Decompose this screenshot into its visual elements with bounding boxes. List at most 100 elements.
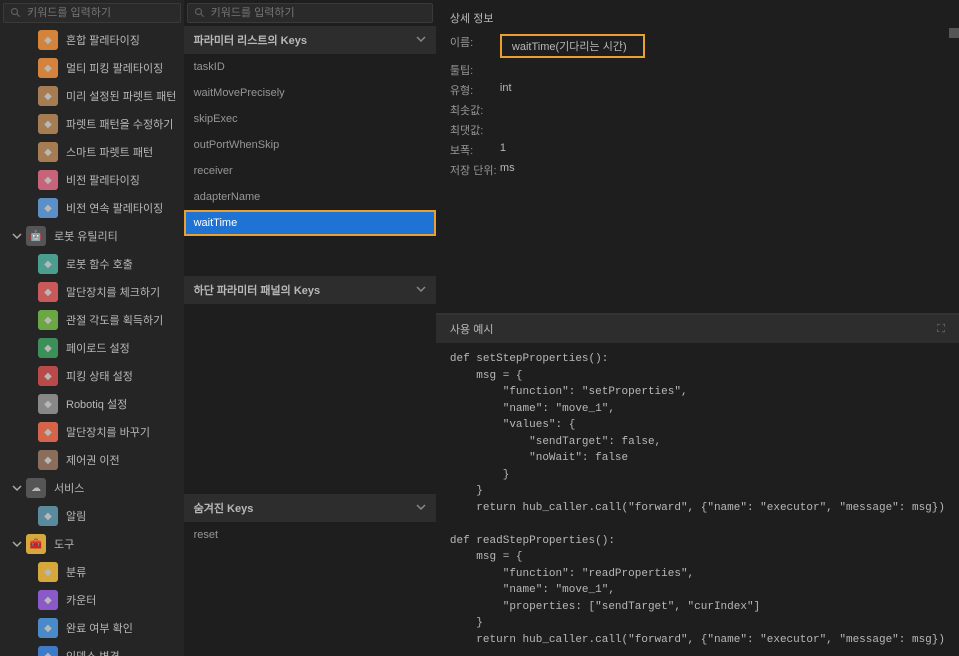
tree-item[interactable]: ◆페이로드 설정 bbox=[0, 334, 184, 362]
item-icon: ◆ bbox=[38, 198, 58, 218]
detail-name-label: 이름: bbox=[450, 34, 500, 58]
bottom-keys-header-label: 하단 파라미터 패널의 Keys bbox=[194, 282, 321, 298]
param-search[interactable] bbox=[187, 3, 433, 23]
tree-item[interactable]: ◆ 비전 팔레타이징 bbox=[0, 166, 184, 194]
chevron-down-icon bbox=[416, 284, 426, 297]
tree-item-label: Robotiq 설정 bbox=[66, 396, 127, 412]
tree-item-label: 비전 팔레타이징 bbox=[66, 172, 140, 188]
chevron-down-icon bbox=[416, 502, 426, 515]
search-icon bbox=[194, 7, 206, 19]
tree-item-label: 파렛트 패턴을 수정하기 bbox=[66, 116, 173, 132]
item-icon: ◆ bbox=[38, 366, 58, 386]
group-icon: 🧰 bbox=[26, 534, 46, 554]
tree-item-wait[interactable]: ◆완료 여부 확인 bbox=[0, 614, 184, 642]
param-list-header[interactable]: 파라미터 리스트의 Keys bbox=[184, 26, 436, 54]
param-item-waitTime[interactable]: waitTime bbox=[184, 210, 436, 236]
tree-item[interactable]: ◆ 스마트 파렛트 패턴 bbox=[0, 138, 184, 166]
sidebar-search-input[interactable] bbox=[27, 7, 174, 19]
middle-panel: 파라미터 리스트의 Keys taskIDwaitMovePreciselysk… bbox=[184, 0, 436, 656]
tree-item[interactable]: ◆ 말단장치를 체크하기 bbox=[0, 278, 184, 306]
tree-item-label: 멀티 피킹 팔레타이징 bbox=[66, 60, 163, 76]
param-item-taskID[interactable]: taskID bbox=[184, 54, 436, 80]
item-icon: ◆ bbox=[38, 618, 58, 638]
item-icon: ◆ bbox=[38, 506, 58, 526]
param-item-adapterName[interactable]: adapterName bbox=[184, 184, 436, 210]
tree-group-service[interactable]: ☁ 서비스 bbox=[0, 474, 184, 502]
detail-min-label: 최솟값: bbox=[450, 102, 500, 118]
param-search-input[interactable] bbox=[211, 7, 426, 19]
tree-item-label: 피킹 상태 설정 bbox=[66, 368, 133, 384]
tree-group-label: 도구 bbox=[54, 536, 74, 552]
item-icon: ◆ bbox=[38, 310, 58, 330]
tree-item-label: 로봇 함수 호출 bbox=[66, 256, 133, 272]
sidebar: ◆혼합 팔레타이징◆멀티 피킹 팔레타이징◆미리 설정된 파렛트 패턴◆파렛트 … bbox=[0, 0, 184, 656]
item-icon: ◆ bbox=[38, 142, 58, 162]
detail-unit-value: ms bbox=[500, 162, 515, 178]
tree-item[interactable]: ◆ 비전 연속 팔레타이징 bbox=[0, 194, 184, 222]
group-icon: ☁ bbox=[26, 478, 46, 498]
group-icon: 🤖 bbox=[26, 226, 46, 246]
tree-item[interactable]: ◆ Robotiq 설정 bbox=[0, 390, 184, 418]
tree-item-wait[interactable]: ◆카운터 bbox=[0, 586, 184, 614]
tree-item-wait[interactable]: ◆ 분류 bbox=[0, 558, 184, 586]
chevron-down-icon bbox=[416, 34, 426, 47]
tree-item-label: 스마트 파렛트 패턴 bbox=[66, 144, 153, 160]
tree-item-label: 페이로드 설정 bbox=[66, 340, 130, 356]
item-icon: ◆ bbox=[38, 114, 58, 134]
tree-item-label: 알림 bbox=[66, 508, 86, 524]
sidebar-search[interactable] bbox=[3, 3, 181, 23]
tree-item-label: 제어권 이전 bbox=[66, 452, 120, 468]
detail-header: 상세 정보 bbox=[450, 10, 945, 26]
tree-item[interactable]: ◆미리 설정된 파렛트 패턴 bbox=[0, 82, 184, 110]
tree-item-label: 미리 설정된 파렛트 패턴 bbox=[66, 88, 176, 104]
tree-item[interactable]: ◆ 알림 bbox=[0, 502, 184, 530]
tree-item[interactable]: ◆ 피킹 상태 설정 bbox=[0, 362, 184, 390]
detail-type-value: int bbox=[500, 82, 512, 98]
param-list-header-label: 파라미터 리스트의 Keys bbox=[194, 32, 307, 48]
example-header-label: 사용 예시 bbox=[450, 321, 494, 337]
hidden-param-item[interactable]: reset bbox=[184, 522, 436, 548]
item-icon: ◆ bbox=[38, 422, 58, 442]
tree-item-wait[interactable]: ◆인덱스 변경 bbox=[0, 642, 184, 656]
expand-icon[interactable]: ⛶ bbox=[937, 323, 945, 336]
detail-max-label: 최댓값: bbox=[450, 122, 500, 138]
item-icon: ◆ bbox=[38, 450, 58, 470]
tree-item-label: 비전 연속 팔레타이징 bbox=[66, 200, 163, 216]
chevron-down-icon bbox=[12, 539, 22, 549]
item-icon: ◆ bbox=[38, 254, 58, 274]
tree-item[interactable]: ◆ 로봇 함수 호출 bbox=[0, 250, 184, 278]
tree-group-robot-util[interactable]: 🤖 로봇 유틸리티 bbox=[0, 222, 184, 250]
chevron-down-icon bbox=[12, 483, 22, 493]
bottom-keys-header[interactable]: 하단 파라미터 패널의 Keys bbox=[184, 276, 436, 304]
tree-item[interactable]: ◆말단장치를 바꾸기 bbox=[0, 418, 184, 446]
item-icon: ◆ bbox=[38, 282, 58, 302]
item-icon: ◆ bbox=[38, 170, 58, 190]
tree-item-label: 분류 bbox=[66, 564, 86, 580]
param-item-receiver[interactable]: receiver bbox=[184, 158, 436, 184]
tree-group-label: 서비스 bbox=[54, 480, 84, 496]
param-item-outPortWhenSkip[interactable]: outPortWhenSkip bbox=[184, 132, 436, 158]
detail-unit-label: 저장 단위: bbox=[450, 162, 500, 178]
tree-item[interactable]: ◆혼합 팔레타이징 bbox=[0, 26, 184, 54]
hidden-keys-header[interactable]: 숨겨진 Keys bbox=[184, 494, 436, 522]
tree-group-label: 로봇 유틸리티 bbox=[54, 228, 118, 244]
item-icon: ◆ bbox=[38, 562, 58, 582]
tree-item-label: 말단장치를 체크하기 bbox=[66, 284, 160, 300]
param-item-skipExec[interactable]: skipExec bbox=[184, 106, 436, 132]
detail-tooltip-label: 툴팁: bbox=[450, 62, 500, 78]
item-icon: ◆ bbox=[38, 394, 58, 414]
tree-item[interactable]: ◆멀티 피킹 팔레타이징 bbox=[0, 54, 184, 82]
scrollbar[interactable] bbox=[949, 28, 959, 38]
hidden-keys-header-label: 숨겨진 Keys bbox=[194, 500, 254, 516]
tree-item[interactable]: ◆ 파렛트 패턴을 수정하기 bbox=[0, 110, 184, 138]
tree-item[interactable]: ◆ 제어권 이전 bbox=[0, 446, 184, 474]
tree-item[interactable]: ◆ 관절 각도를 획득하기 bbox=[0, 306, 184, 334]
tree-item-label: 카운터 bbox=[66, 592, 96, 608]
example-code: def setStepProperties(): msg = { "functi… bbox=[436, 343, 959, 656]
tree-item-label: 관절 각도를 획득하기 bbox=[66, 312, 163, 328]
tree-group-tools[interactable]: 🧰 도구 bbox=[0, 530, 184, 558]
param-item-waitMovePrecisely[interactable]: waitMovePrecisely bbox=[184, 80, 436, 106]
detail-step-value: 1 bbox=[500, 142, 506, 158]
detail-panel: 상세 정보 이름: waitTime(기다리는 시간) 툴팁: 유형: int … bbox=[436, 0, 959, 656]
detail-name-value: waitTime(기다리는 시간) bbox=[500, 34, 645, 58]
